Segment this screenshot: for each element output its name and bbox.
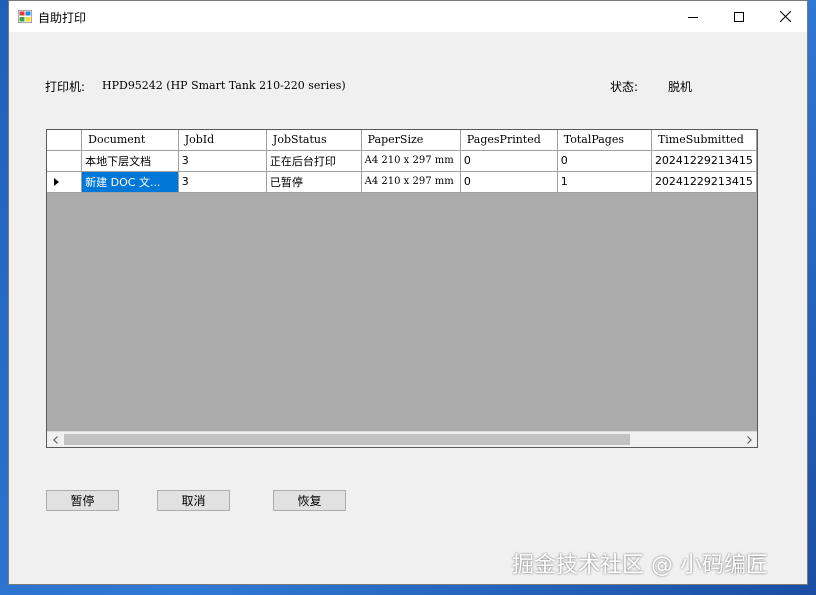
minimize-icon <box>688 16 698 18</box>
cell-document[interactable]: 新建 DOC 文... <box>81 171 179 193</box>
cell-totalpages[interactable]: 0 <box>557 150 652 172</box>
column-header-papersize[interactable]: PaperSize <box>361 130 461 151</box>
column-header-pagesprinted[interactable]: PagesPrinted <box>460 130 558 151</box>
column-header-jobstatus[interactable]: JobStatus <box>266 130 362 151</box>
cell-jobstatus[interactable]: 正在后台打印 <box>266 150 362 172</box>
chevron-right-icon <box>746 435 752 444</box>
cell-timesubmitted[interactable]: 20241229213415 <box>651 150 757 172</box>
jobs-table: Document JobId JobStatus PaperSize Pages… <box>47 130 757 193</box>
chevron-left-icon <box>52 435 58 444</box>
status-value: 脱机 <box>668 80 693 94</box>
maximize-icon <box>734 11 744 22</box>
cell-jobstatus[interactable]: 已暂停 <box>266 171 362 193</box>
table-row[interactable]: 本地下层文档 3 正在后台打印 A4 210 x 297 mm 0 0 2024… <box>47 150 757 172</box>
print-jobs-grid[interactable]: Document JobId JobStatus PaperSize Pages… <box>46 129 758 448</box>
cell-jobid[interactable]: 3 <box>178 150 267 172</box>
row-header[interactable] <box>47 150 83 172</box>
scrollbar-thumb[interactable] <box>64 434 630 445</box>
close-icon <box>779 11 791 22</box>
main-window: 自助打印 打印机: HPD95242 (HP Smart Tank 210-22… <box>8 0 808 585</box>
printer-name: HPD95242 (HP Smart Tank 210-220 series) <box>102 79 346 92</box>
cell-totalpages[interactable]: 1 <box>557 171 652 193</box>
resume-button[interactable]: 恢复 <box>273 490 346 511</box>
cell-papersize[interactable]: A4 210 x 297 mm <box>361 150 461 172</box>
header-row: Document JobId JobStatus PaperSize Pages… <box>47 130 757 151</box>
column-header-jobid[interactable]: JobId <box>178 130 267 151</box>
horizontal-scrollbar[interactable] <box>47 431 757 447</box>
cell-pagesprinted[interactable]: 0 <box>460 150 558 172</box>
close-button[interactable] <box>762 1 808 32</box>
cell-jobid[interactable]: 3 <box>178 171 267 193</box>
row-header[interactable] <box>47 171 83 193</box>
cell-document[interactable]: 本地下层文档 <box>81 150 179 172</box>
table-row[interactable]: 新建 DOC 文... 3 已暂停 A4 210 x 297 mm 0 1 20… <box>47 171 757 193</box>
printer-app-icon <box>18 10 32 23</box>
cell-pagesprinted[interactable]: 0 <box>460 171 558 193</box>
watermark-text: 掘金技术社区 @ 小码编匠 <box>512 553 768 578</box>
title-bar[interactable]: 自助打印 <box>9 1 807 32</box>
maximize-button[interactable] <box>716 1 762 32</box>
printer-label: 打印机: <box>45 80 86 94</box>
cancel-button[interactable]: 取消 <box>157 490 230 511</box>
scroll-left-button[interactable] <box>47 432 64 447</box>
cell-timesubmitted[interactable]: 20241229213415 <box>651 171 757 193</box>
minimize-button[interactable] <box>670 1 716 32</box>
column-header-timesubmitted[interactable]: TimeSubmitted <box>651 130 757 151</box>
column-header-document[interactable]: Document <box>81 130 179 151</box>
scroll-right-button[interactable] <box>740 432 757 447</box>
pause-button[interactable]: 暂停 <box>46 490 119 511</box>
window-title: 自助打印 <box>38 11 87 25</box>
status-label: 状态: <box>610 80 639 94</box>
corner-header-cell[interactable] <box>47 130 83 151</box>
column-header-totalpages[interactable]: TotalPages <box>557 130 652 151</box>
cell-papersize[interactable]: A4 210 x 297 mm <box>361 171 461 193</box>
current-row-arrow-icon <box>54 177 59 186</box>
